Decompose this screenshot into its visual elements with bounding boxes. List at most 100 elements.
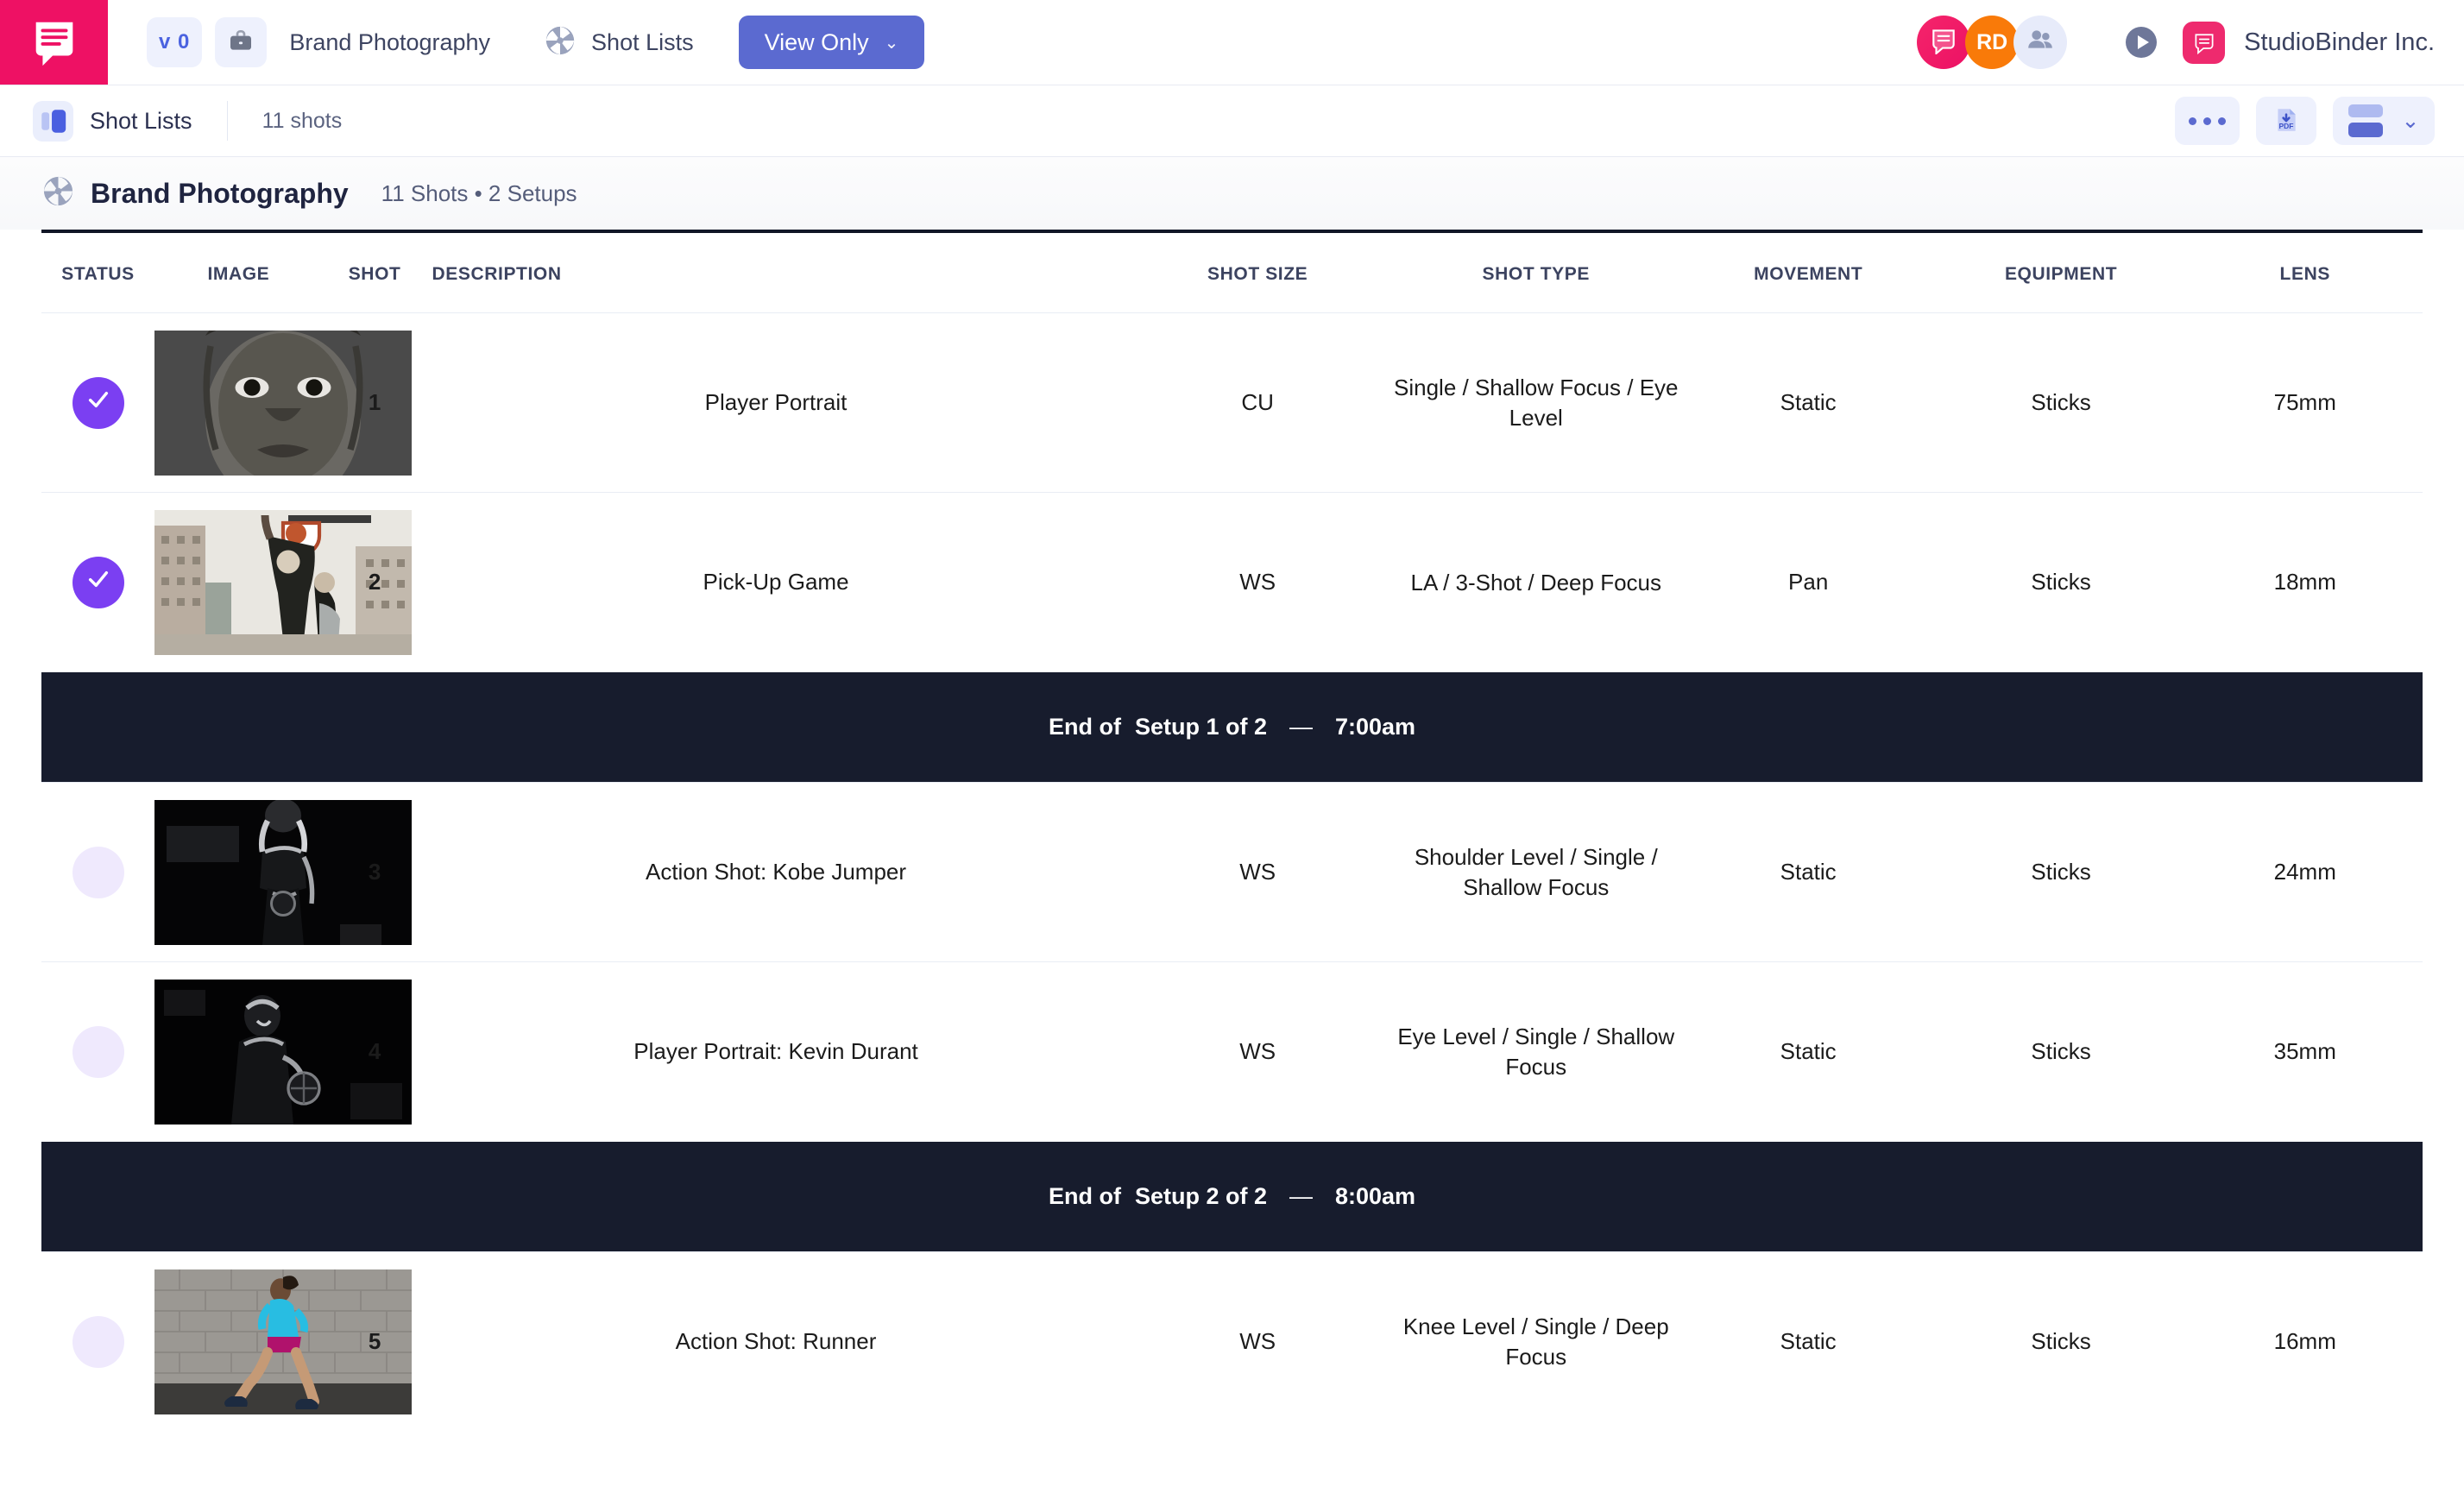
- cell-movement: Static: [1681, 961, 1935, 1142]
- check-icon: [85, 386, 112, 419]
- cell-description: Action Shot: Runner: [426, 1251, 1125, 1432]
- table-row[interactable]: 1 Player Portrait CU Single / Shallow Focus…: [41, 312, 2423, 493]
- version-badge[interactable]: v 0: [147, 17, 203, 67]
- cell-image[interactable]: [154, 312, 413, 493]
- breadcrumb-project[interactable]: Brand Photography: [289, 29, 490, 56]
- pdf-download-icon: PDF: [2272, 105, 2301, 137]
- cell-description: Player Portrait: Kevin Durant: [426, 961, 1125, 1142]
- setup-time: 7:00am: [1334, 713, 1416, 740]
- status-badge-complete[interactable]: [72, 556, 124, 608]
- shot-lists-label: Shot Lists: [591, 28, 694, 55]
- avatar-notification[interactable]: [1917, 16, 1971, 69]
- column-header-status[interactable]: STATUS: [41, 233, 154, 313]
- cell-status: [41, 961, 155, 1142]
- cell-movement: Pan: [1681, 492, 1935, 672]
- setup-divider-text: End of Setup 1 of 2 — 7:00am: [1049, 714, 1415, 740]
- cell-image[interactable]: [154, 961, 413, 1142]
- cell-shot-type: Knee Level / Single / Deep Focus: [1390, 1251, 1682, 1432]
- column-header-movement[interactable]: MOVEMENT: [1682, 233, 1935, 313]
- cell-lens: 16mm: [2187, 1251, 2423, 1432]
- cell-image[interactable]: [154, 492, 413, 672]
- cell-image[interactable]: [154, 782, 413, 962]
- cell-lens: 24mm: [2187, 782, 2423, 962]
- cell-lens: 18mm: [2187, 492, 2423, 672]
- chevron-down-icon: ⌄: [884, 33, 899, 53]
- table-row[interactable]: 4 Player Portrait: Kevin Durant WS Eye Leve…: [41, 961, 2423, 1142]
- shot-list-icon: [33, 100, 73, 142]
- table-row[interactable]: 5 Action Shot: Runner WS Knee Level / Singl…: [41, 1251, 2423, 1432]
- play-circle-icon[interactable]: [2122, 23, 2160, 61]
- cell-shot-type: LA / 3-Shot / Deep Focus: [1390, 492, 1682, 672]
- breadcrumb-shot-lists[interactable]: Shot Lists: [544, 24, 694, 61]
- table-body: 1 Player Portrait CU Single / Shallow Focus…: [41, 312, 2423, 1432]
- briefcase-icon: [227, 27, 255, 59]
- company-name: StudioBinder Inc.: [2244, 28, 2435, 56]
- column-header-description[interactable]: DESCRIPTION: [427, 233, 1125, 313]
- cell-lens: 35mm: [2187, 961, 2423, 1142]
- column-header-shot-type[interactable]: SHOT TYPE: [1390, 233, 1682, 313]
- cell-shot-size: WS: [1125, 1251, 1390, 1432]
- table-header-row: STATUS IMAGE SHOT DESCRIPTION SHOT SIZE …: [41, 233, 2423, 313]
- column-header-shot-size[interactable]: SHOT SIZE: [1125, 233, 1390, 313]
- cell-description: Action Shot: Kobe Jumper: [426, 782, 1125, 962]
- cell-description: Pick-Up Game: [426, 492, 1125, 672]
- chevron-down-icon: ⌄: [2401, 109, 2420, 133]
- shot-list-table: STATUS IMAGE SHOT DESCRIPTION SHOT SIZE …: [41, 233, 2423, 1432]
- cell-lens: 75mm: [2187, 312, 2423, 493]
- speech-bubble-icon: [1929, 25, 1958, 60]
- setup-time: 8:00am: [1334, 1182, 1416, 1209]
- cell-status: [41, 312, 155, 493]
- cell-description: Player Portrait: [426, 312, 1125, 493]
- app-logo[interactable]: [0, 0, 108, 85]
- avatar-team[interactable]: [2013, 16, 2068, 69]
- version-label: v 0: [159, 30, 191, 54]
- view-layout-button[interactable]: ⌄: [2333, 97, 2435, 145]
- layout-rows-icon: [2347, 104, 2383, 137]
- cell-shot-size: WS: [1125, 782, 1390, 962]
- cell-shot-size: WS: [1125, 961, 1390, 1142]
- cell-shot-type: Shoulder Level / Single / Shallow Focus: [1390, 782, 1682, 962]
- project-icon-chip[interactable]: [215, 17, 268, 67]
- aperture-icon: [41, 174, 75, 212]
- cell-equipment: Sticks: [1934, 1251, 2188, 1432]
- cell-equipment: Sticks: [1934, 492, 2188, 672]
- cell-equipment: Sticks: [1934, 782, 2188, 962]
- export-pdf-button[interactable]: PDF: [2256, 97, 2316, 145]
- setup-divider-row: End of Setup 2 of 2 — 8:00am: [41, 1141, 2423, 1252]
- column-header-equipment[interactable]: EQUIPMENT: [1935, 233, 2188, 313]
- cell-shot-size: WS: [1125, 492, 1390, 672]
- setup-divider-cell: End of Setup 2 of 2 — 8:00am: [41, 1141, 2423, 1252]
- setup-dash: —: [1289, 713, 1313, 740]
- table-row[interactable]: 2 Pick-Up Game WS LA / 3-Shot / Deep Focus P…: [41, 492, 2423, 672]
- cell-movement: Static: [1681, 312, 1935, 493]
- status-badge-complete[interactable]: [72, 376, 124, 429]
- project-name-label: Brand Photography: [289, 28, 491, 55]
- view-mode-button[interactable]: View Only ⌄: [738, 16, 925, 69]
- column-header-image[interactable]: IMAGE: [154, 233, 323, 313]
- setup-prefix: End of: [1048, 1182, 1121, 1209]
- sub-toolbar: Shot Lists 11 shots PDF ⌄: [0, 85, 2464, 157]
- sub-toolbar-title: Shot Lists: [90, 107, 192, 134]
- status-badge-incomplete[interactable]: [72, 1315, 124, 1368]
- cell-image[interactable]: [154, 1251, 413, 1432]
- shot-count-label: 11 shots: [262, 108, 343, 133]
- cell-status: [41, 492, 155, 672]
- aperture-icon: [544, 24, 577, 61]
- more-options-button[interactable]: [2175, 97, 2240, 145]
- cell-equipment: Sticks: [1934, 312, 2188, 493]
- studiobinder-badge-icon[interactable]: [2183, 21, 2226, 64]
- column-header-shot[interactable]: SHOT: [323, 233, 427, 313]
- divider: [226, 101, 228, 141]
- setup-divider-cell: End of Setup 1 of 2 — 7:00am: [41, 671, 2423, 783]
- status-badge-incomplete[interactable]: [72, 1025, 124, 1078]
- column-header-lens[interactable]: LENS: [2188, 233, 2423, 313]
- setup-divider-row: End of Setup 1 of 2 — 7:00am: [41, 671, 2423, 783]
- view-mode-label: View Only: [764, 28, 869, 55]
- table-row[interactable]: 3 Action Shot: Kobe Jumper WS Shoulder Leve…: [41, 782, 2423, 962]
- studiobinder-speech-logo-icon: [28, 14, 81, 72]
- status-badge-incomplete[interactable]: [72, 846, 124, 898]
- ellipsis-icon: [2189, 117, 2226, 125]
- page-title: Brand Photography: [91, 177, 349, 209]
- avatar-user-rd[interactable]: RD: [1965, 16, 2020, 69]
- cell-status: [41, 782, 155, 962]
